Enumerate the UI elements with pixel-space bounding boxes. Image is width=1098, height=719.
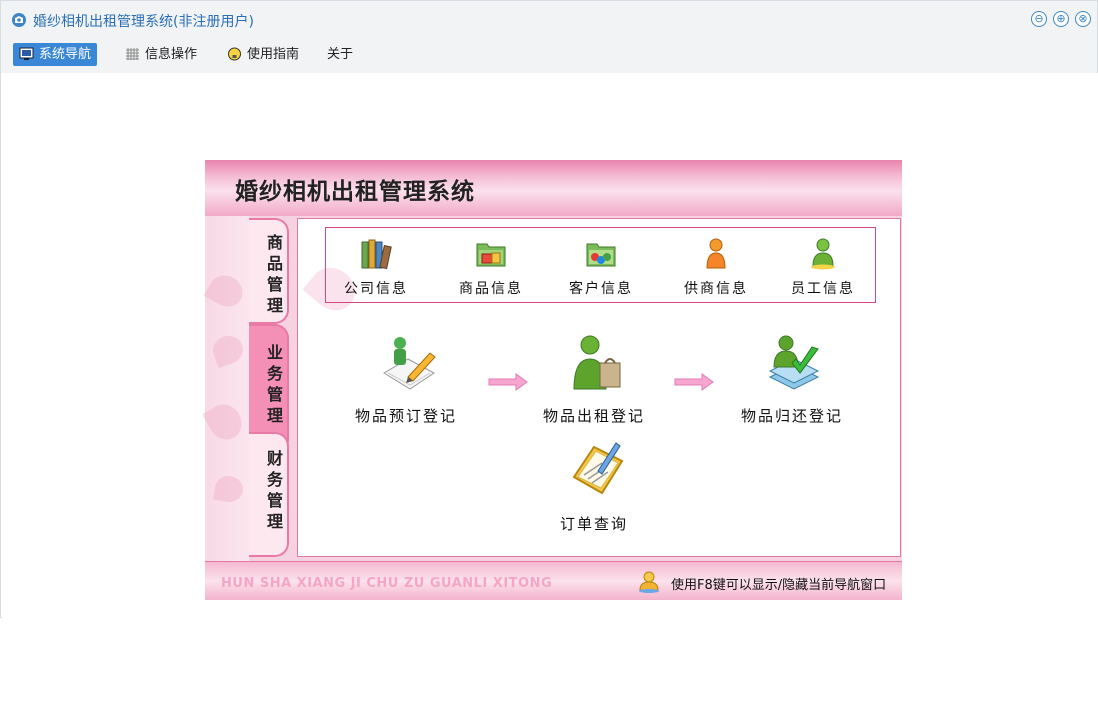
title-bar: 婚纱相机出租管理系统(非注册用户) ⊖ ⊕ ⊗: [1, 1, 1097, 39]
employee-info-button[interactable]: 员工信息: [778, 230, 868, 300]
menu-info-ops[interactable]: 信息操作: [119, 43, 203, 66]
company-info-button[interactable]: 公司信息: [331, 230, 421, 300]
footer-pinyin: HUN SHA XIANG JI CHU ZU GUANLI XITONG: [221, 576, 553, 591]
tab-business-management-label: 业务管理: [264, 344, 283, 428]
lightbulb-icon: [228, 47, 241, 61]
order-query-icon: [572, 442, 624, 495]
tab-goods-management-label: 商品管理: [264, 234, 283, 318]
decor-strip: [202, 216, 249, 561]
menu-system-nav[interactable]: 系统导航: [13, 43, 98, 66]
footer-tip: 使用F8键可以显示/隐藏当前导航窗口: [671, 578, 887, 593]
flow-arrow-icon: [488, 373, 528, 391]
books-icon: [361, 239, 392, 270]
rental-icon: [573, 335, 621, 390]
nav-footer: HUN SHA XIANG JI CHU ZU GUANLI XITONG 使用…: [205, 561, 902, 600]
goods-info-button[interactable]: 商品信息: [446, 230, 536, 300]
reservation-register-button[interactable]: 物品预订登记: [346, 333, 466, 429]
reservation-register-label: 物品预订登记: [354, 407, 457, 425]
folder-goods-icon: [476, 243, 506, 267]
rental-register-label: 物品出租登记: [542, 407, 645, 425]
return-register-button[interactable]: 物品归还登记: [732, 333, 852, 429]
nav-header: 婚纱相机出租管理系统: [205, 160, 902, 216]
supplier-info-button[interactable]: 供商信息: [671, 230, 761, 300]
menu-info-ops-label: 信息操作: [145, 47, 198, 62]
navigation-panel: 婚纱相机出租管理系统 商品管理 业务管理 财务管理 公司信息 商品信息 客户信息…: [202, 160, 902, 600]
close-button[interactable]: ⊗: [1075, 11, 1091, 27]
info-box: 公司信息 商品信息 客户信息 供商信息 员工信息: [325, 227, 876, 303]
window-title: 婚纱相机出租管理系统(非注册用户): [33, 14, 254, 30]
flow-arrow-icon: [674, 373, 714, 391]
reservation-icon: [383, 337, 436, 390]
tab-finance-management[interactable]: 财务管理: [249, 432, 289, 557]
employee-info-label: 员工信息: [791, 281, 855, 297]
nav-title: 婚纱相机出租管理系统: [235, 179, 475, 205]
grid-icon: [126, 48, 139, 60]
menu-system-nav-label: 系统导航: [39, 47, 92, 62]
app-logo-icon: [12, 13, 26, 27]
supplier-person-icon: [706, 238, 726, 269]
monitor-icon: [19, 47, 34, 60]
return-icon: [768, 335, 820, 390]
customer-info-label: 客户信息: [569, 281, 633, 297]
nav-body: 商品管理 业务管理 财务管理 公司信息 商品信息 客户信息 供商信息 员工信息 …: [202, 216, 902, 561]
menu-user-guide[interactable]: 使用指南: [221, 43, 305, 66]
return-register-label: 物品归还登记: [740, 407, 843, 425]
nav-main-area: 公司信息 商品信息 客户信息 供商信息 员工信息 物品预订登记 物品出租登记 物…: [297, 218, 901, 557]
menu-about-label: 关于: [327, 47, 354, 62]
order-query-label: 订单查询: [559, 515, 628, 533]
folder-customers-icon: [586, 243, 616, 267]
user-tip-icon: [639, 571, 659, 593]
supplier-info-label: 供商信息: [684, 281, 748, 297]
minimize-button[interactable]: ⊖: [1031, 11, 1047, 27]
menu-user-guide-label: 使用指南: [247, 47, 300, 62]
maximize-button[interactable]: ⊕: [1053, 11, 1069, 27]
tab-finance-management-label: 财务管理: [264, 450, 283, 534]
goods-info-label: 商品信息: [459, 281, 523, 297]
company-info-label: 公司信息: [344, 281, 408, 297]
customer-info-button[interactable]: 客户信息: [556, 230, 646, 300]
employee-person-icon: [811, 238, 835, 270]
menu-about[interactable]: 关于: [301, 43, 359, 66]
tab-goods-management[interactable]: 商品管理: [249, 218, 289, 324]
order-query-button[interactable]: 订单查询: [534, 441, 654, 537]
rental-register-button[interactable]: 物品出租登记: [534, 333, 654, 429]
menu-bar: 系统导航 信息操作 使用指南 关于: [1, 39, 1097, 73]
